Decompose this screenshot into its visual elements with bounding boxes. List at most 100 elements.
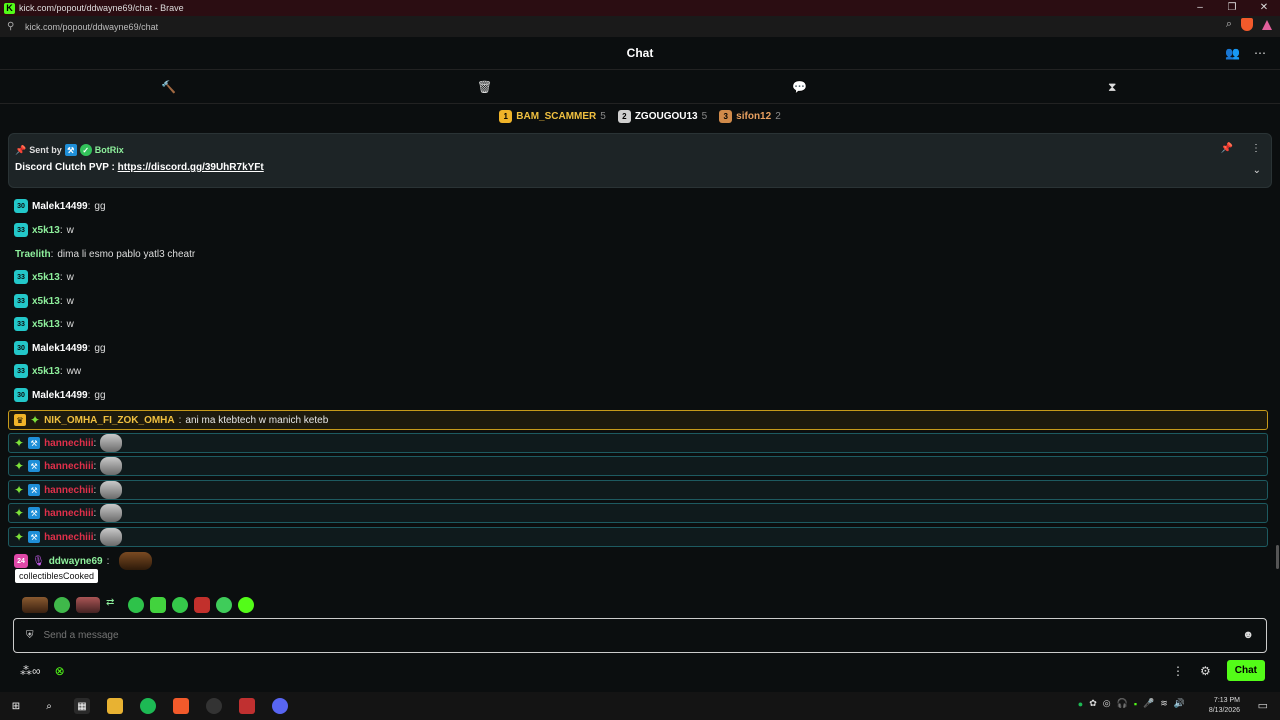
chat-message[interactable]: 33 x5k13: ww (14, 361, 81, 381)
brave-icon[interactable] (173, 698, 189, 714)
chat-message[interactable]: 30 Malek14499: gg (14, 338, 106, 358)
url-text[interactable]: kick.com/popout/ddwayne69/chat (25, 22, 158, 32)
tray-icon[interactable]: ▪ (1134, 699, 1137, 709)
leaderboard-entry[interactable]: 1 BAM_SCAMMER 5 (499, 109, 606, 123)
leaderboard-entry[interactable]: 2 ZGOUGOU13 5 (617, 109, 707, 123)
chat-username[interactable]: Malek14499 (32, 343, 88, 354)
chat-username[interactable]: x5k13 (32, 366, 60, 377)
emote-image[interactable] (172, 597, 188, 613)
address-bar[interactable]: ⚲ kick.com/popout/ddwayne69/chat ⌕ (0, 16, 1280, 37)
chat-username[interactable]: x5k13 (32, 272, 60, 283)
highlighted-message[interactable]: ✦ ⚒ hannechiii: (8, 456, 1268, 476)
emote-image[interactable] (128, 597, 144, 613)
emote-image[interactable] (119, 552, 153, 570)
chat-username[interactable]: hannechiii (44, 532, 93, 543)
chat-header: Chat 👥 ⋯ (0, 37, 1280, 70)
chat-username[interactable]: Malek14499 (32, 201, 88, 212)
highlighted-message[interactable]: ✦ ⚒ hannechiii: (8, 433, 1268, 453)
emoji-picker-icon[interactable]: ☻ (1242, 629, 1254, 641)
search-icon[interactable]: ⌕ (41, 698, 57, 714)
users-icon[interactable]: 👥 (1225, 46, 1240, 60)
chat-username[interactable]: hannechiii (44, 438, 93, 449)
volume-icon[interactable]: 🔊 (1174, 698, 1185, 709)
highlighted-message[interactable]: ♛ ✦ NIK_OMHA_FI_ZOK_OMHA: ani ma ktebtec… (8, 410, 1268, 430)
leaderboard-entry[interactable]: 3 sifon12 2 (719, 109, 781, 123)
chat-message[interactable]: 24 🎙 ddwayne69: (14, 551, 153, 571)
discord-icon[interactable] (272, 698, 288, 714)
chat-username[interactable]: x5k13 (32, 225, 60, 236)
pinned-link[interactable]: https://discord.gg/39UhR7kYFt (118, 162, 264, 173)
headset-icon[interactable]: 🎧 (1117, 698, 1128, 709)
chat-username[interactable]: x5k13 (32, 296, 60, 307)
chat-message[interactable]: 30 Malek14499: gg (14, 196, 106, 216)
app-icon[interactable] (239, 698, 255, 714)
send-chat-button[interactable]: Chat (1226, 660, 1265, 681)
highlighted-message[interactable]: ✦ ⚒ hannechiii: (8, 503, 1268, 523)
emote-image[interactable] (150, 597, 166, 613)
chat-bubble-icon[interactable]: 💬 (792, 80, 807, 94)
subscriber-badge: 30 (14, 341, 28, 355)
minimize-button[interactable]: – (1184, 0, 1216, 16)
emote-image[interactable] (216, 597, 232, 613)
settings-gear-icon[interactable]: ⚙ (1200, 664, 1211, 678)
chat-username[interactable]: hannechiii (44, 485, 93, 496)
brave-shield-icon[interactable] (1241, 18, 1253, 31)
zoom-icon[interactable]: ⌕ (1226, 18, 1232, 31)
emote-image[interactable] (194, 597, 210, 613)
chat-username[interactable]: ddwayne69 (49, 556, 103, 567)
system-clock[interactable]: 7:13 PM 8/13/2026 (1209, 696, 1240, 716)
file-explorer-icon[interactable] (107, 698, 123, 714)
tray-icon[interactable]: ◎ (1103, 698, 1111, 709)
trash-icon[interactable]: 🗑 (477, 80, 492, 94)
chat-message-input[interactable] (43, 630, 1194, 641)
chat-username[interactable]: NIK_OMHA_FI_ZOK_OMHA (44, 415, 175, 426)
unpin-icon[interactable]: 📌 (1221, 143, 1233, 154)
chat-message[interactable]: 30 Malek14499: gg (14, 385, 106, 405)
chat-username[interactable]: Traelith (15, 249, 51, 260)
gavel-icon[interactable]: 🔨 (161, 80, 176, 94)
cat-emote-image[interactable] (100, 528, 123, 546)
highlighted-message[interactable]: ✦ ⚒ hannechiii: (8, 527, 1268, 547)
notification-icon[interactable]: ▭ (1258, 699, 1268, 712)
microphone-icon[interactable]: 🎤 (1143, 698, 1154, 709)
emote-image[interactable]: ⇄ (106, 597, 122, 613)
store-icon[interactable]: ▦ (74, 698, 90, 714)
emote-image[interactable] (54, 597, 70, 613)
highlighted-message[interactable]: ✦ ⚒ hannechiii: (8, 480, 1268, 500)
tray-icon[interactable]: ✿ (1089, 698, 1097, 709)
chat-message[interactable]: 33 x5k13: w (14, 220, 74, 240)
cat-emote-image[interactable] (100, 481, 123, 499)
hourglass-icon[interactable]: ⧗ (1108, 80, 1116, 95)
emote-image[interactable] (238, 597, 254, 613)
cat-emote-image[interactable] (100, 457, 123, 475)
chat-message[interactable]: 33 x5k13: w (14, 267, 74, 287)
scrollbar[interactable] (1276, 545, 1279, 569)
chat-username[interactable]: hannechiii (44, 461, 93, 472)
more-options-icon[interactable]: ⋯ (1254, 46, 1266, 60)
chat-message[interactable]: 33 x5k13: w (14, 291, 74, 311)
channel-points-icon[interactable]: ⁂∞ (20, 664, 41, 678)
site-settings-icon[interactable]: ⚲ (7, 21, 17, 32)
chat-username[interactable]: hannechiii (44, 508, 93, 519)
kick-points-icon[interactable]: ⊗ (55, 664, 65, 678)
chat-username[interactable]: x5k13 (32, 319, 60, 330)
chat-message[interactable]: 33 x5k13: w (14, 314, 74, 334)
restore-button[interactable]: ❐ (1216, 0, 1248, 16)
emote-image[interactable] (22, 597, 48, 613)
obs-icon[interactable] (206, 698, 222, 714)
cat-emote-image[interactable] (100, 504, 123, 522)
cat-emote-image[interactable] (100, 434, 123, 452)
chevron-down-icon[interactable]: ⌄ (1253, 165, 1261, 176)
brave-rewards-icon[interactable] (1262, 19, 1272, 30)
wifi-icon[interactable]: ≋ (1160, 698, 1168, 709)
chat-more-icon[interactable]: ⋮ (1172, 664, 1184, 678)
pinned-sender[interactable]: BotRix (95, 145, 124, 155)
chat-username[interactable]: Malek14499 (32, 390, 88, 401)
close-button[interactable]: ✕ (1248, 0, 1280, 16)
chat-message[interactable]: Traelith: dima li esmo pablo yatl3 cheatr (15, 244, 195, 264)
emote-image[interactable] (76, 597, 100, 613)
windows-start-icon[interactable]: ⊞ (8, 698, 24, 714)
spotify-icon[interactable] (140, 698, 156, 714)
pinned-more-icon[interactable]: ⋮ (1251, 143, 1261, 154)
spotify-tray-icon[interactable]: ● (1078, 699, 1083, 709)
